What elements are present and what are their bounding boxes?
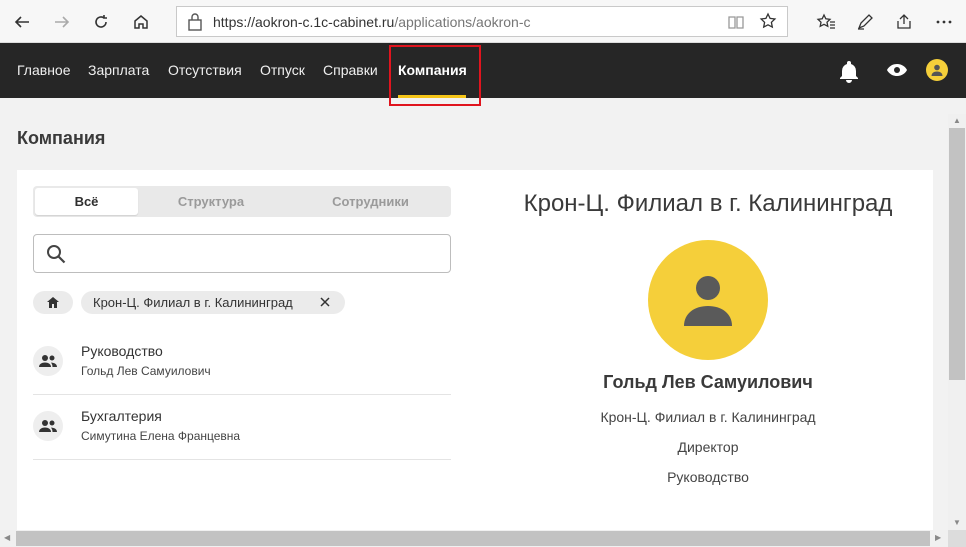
url-main: https://aokron-c.1c-cabinet.ru bbox=[213, 14, 395, 30]
avatar-icon bbox=[684, 276, 732, 326]
scroll-up-icon[interactable]: ▲ bbox=[953, 116, 961, 125]
person-organization: Крон-Ц. Филиал в г. Калининград bbox=[600, 409, 816, 425]
person-name: Гольд Лев Самуилович bbox=[603, 372, 813, 392]
list-item[interactable]: Руководство Гольд Лев Самуилович bbox=[33, 330, 451, 395]
more-icon[interactable] bbox=[930, 8, 958, 36]
address-text: https://aokron-c.1c-cabinet.ru/applicati… bbox=[213, 14, 531, 30]
breadcrumb-chip-label: Крон-Ц. Филиал в г. Калининград bbox=[93, 295, 293, 310]
back-icon[interactable] bbox=[8, 8, 36, 36]
department-head: Симутина Елена Францевна bbox=[81, 429, 241, 443]
list-item[interactable]: Бухгалтерия Симутина Елена Францевна bbox=[33, 395, 451, 460]
tab-all[interactable]: Всё bbox=[35, 188, 138, 215]
scroll-left-icon[interactable]: ◀ bbox=[4, 533, 10, 542]
vertical-scroll-thumb[interactable] bbox=[949, 128, 965, 380]
nav-item-certificates[interactable]: Справки bbox=[323, 62, 378, 78]
search-input[interactable] bbox=[33, 234, 451, 273]
search-icon bbox=[46, 244, 66, 269]
star-icon[interactable] bbox=[759, 12, 777, 35]
breadcrumb-home-chip[interactable] bbox=[33, 291, 73, 314]
address-bar[interactable]: https://aokron-c.1c-cabinet.ru/applicati… bbox=[176, 6, 788, 37]
department-head: Гольд Лев Самуилович bbox=[81, 364, 211, 378]
browser-toolbar: https://aokron-c.1c-cabinet.ru/applicati… bbox=[0, 0, 966, 43]
bell-icon[interactable] bbox=[838, 59, 860, 88]
page-title: Компания bbox=[17, 128, 106, 148]
favorites-icon[interactable] bbox=[812, 8, 840, 36]
close-icon[interactable] bbox=[319, 296, 331, 311]
org-title: Крон-Ц. Филиал в г. Калининград bbox=[523, 190, 893, 217]
pen-icon[interactable] bbox=[851, 8, 879, 36]
horizontal-scroll-thumb[interactable] bbox=[16, 531, 930, 546]
tab-employees[interactable]: Сотрудники bbox=[303, 188, 438, 215]
nav-item-salary[interactable]: Зарплата bbox=[88, 62, 149, 78]
person-department: Руководство bbox=[667, 469, 749, 485]
person-avatar bbox=[648, 240, 768, 360]
eye-icon[interactable] bbox=[886, 62, 908, 83]
scroll-down-icon[interactable]: ▼ bbox=[953, 518, 961, 527]
url-path: /applications/aokron-c bbox=[394, 14, 531, 30]
department-name: Руководство bbox=[81, 343, 163, 359]
highlight-annotation bbox=[389, 45, 481, 106]
people-icon bbox=[33, 346, 63, 376]
home-icon[interactable] bbox=[127, 8, 155, 36]
refresh-icon[interactable] bbox=[87, 8, 115, 36]
tab-structure[interactable]: Структура bbox=[141, 188, 281, 215]
lock-icon bbox=[187, 13, 203, 36]
nav-item-vacation[interactable]: Отпуск bbox=[260, 62, 305, 78]
avatar-icon[interactable] bbox=[926, 59, 948, 81]
share-icon[interactable] bbox=[890, 8, 918, 36]
nav-item-main[interactable]: Главное bbox=[17, 62, 71, 78]
scroll-right-icon[interactable]: ▶ bbox=[935, 533, 941, 542]
scroll-corner bbox=[948, 530, 966, 547]
forward-icon[interactable] bbox=[48, 8, 76, 36]
breadcrumb-chip: Крон-Ц. Филиал в г. Калининград bbox=[81, 291, 345, 314]
people-icon bbox=[33, 411, 63, 441]
reading-view-icon[interactable] bbox=[727, 13, 745, 36]
person-position: Директор bbox=[677, 439, 739, 455]
nav-item-absences[interactable]: Отсутствия bbox=[168, 62, 242, 78]
department-name: Бухгалтерия bbox=[81, 408, 162, 424]
search-field[interactable] bbox=[76, 243, 436, 265]
main-nav: Главное Зарплата Отсутствия Отпуск Справ… bbox=[0, 43, 966, 98]
view-tabs: Всё Структура Сотрудники bbox=[33, 186, 451, 217]
home-icon bbox=[47, 297, 59, 308]
